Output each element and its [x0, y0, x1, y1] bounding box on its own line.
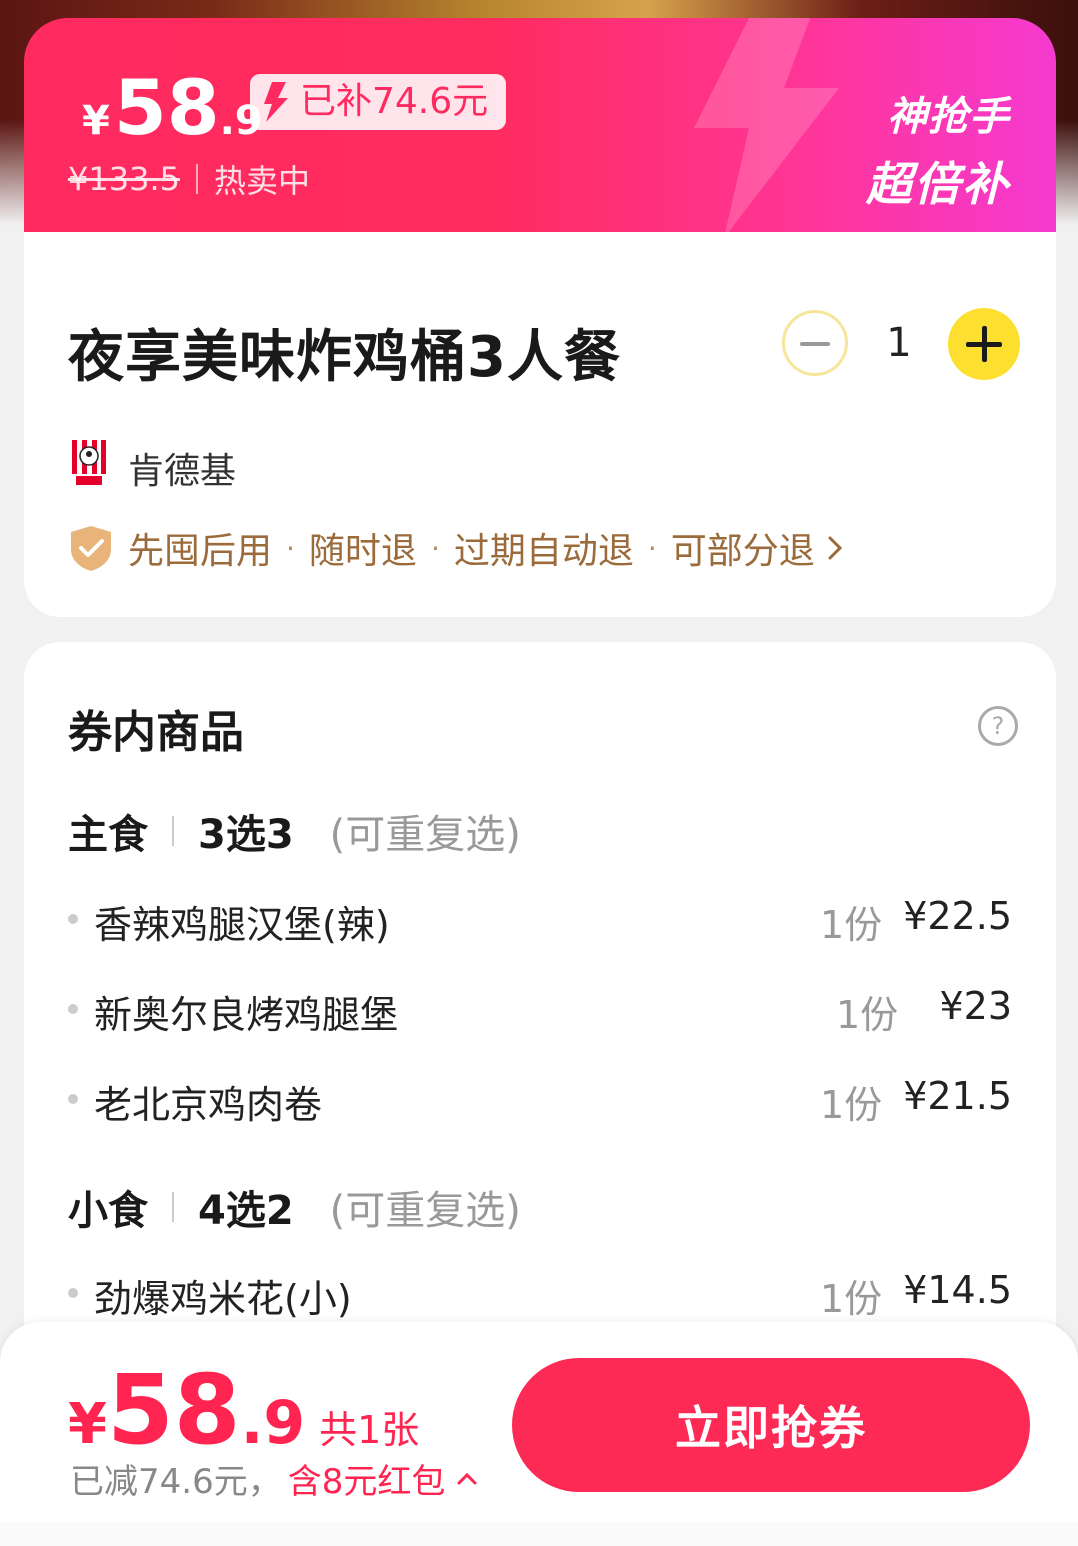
- coupon-count: 共1张: [319, 1408, 420, 1452]
- group-name: 小食: [68, 1188, 148, 1234]
- item-price: ¥23: [939, 984, 1012, 1028]
- saved-amount: 已减74.6元，: [70, 1462, 282, 1502]
- item-qty: 1份: [820, 1277, 883, 1321]
- brand-name: 肯德基: [128, 451, 237, 492]
- current-price: ¥ 58 .9: [82, 70, 263, 146]
- kfc-logo: [72, 440, 106, 486]
- bottom-strip: [0, 1522, 1078, 1546]
- item-qty: 1份: [836, 993, 899, 1037]
- bottom-purchase-bar: ¥ 58 .9 共1张 已减74.6元， 含8元红包 立即抢券: [0, 1322, 1078, 1522]
- group-name: 主食: [68, 812, 148, 858]
- group-note: (可重复选): [329, 812, 521, 858]
- divider: [195, 164, 198, 194]
- flash-icon: [264, 82, 288, 122]
- bullet-dot: [68, 914, 78, 924]
- coupon-items-card: 券内商品 ? 主食 3选3 (可重复选) 香辣鸡腿汉堡(辣) 1份 ¥22.5 …: [24, 642, 1056, 1342]
- original-price: ¥133.5: [68, 160, 180, 198]
- price-banner: ¥ 58 .9 已补74.6元 ¥133.5 热卖中 神抢手 超倍补: [24, 18, 1056, 232]
- product-title: 夜享美味炸鸡桶3人餐: [68, 325, 621, 390]
- slogan-line1: 神抢手: [887, 94, 1010, 140]
- subsidy-badge: 已补74.6元: [250, 74, 507, 130]
- guarantee-row[interactable]: 先囤后用 · 随时退 · 过期自动退 · 可部分退: [66, 522, 845, 574]
- product-card: 夜享美味炸鸡桶3人餐 1 肯德基 先囤后用 · 随时退 · 过期自动退 · 可部…: [24, 232, 1056, 617]
- plus-circle-icon[interactable]: [948, 308, 1020, 380]
- guarantee-3: 过期自动退: [453, 531, 634, 572]
- item-price: ¥14.5: [903, 1268, 1012, 1312]
- group-header-snacks: 小食 4选2 (可重复选): [68, 1178, 521, 1236]
- divider: [172, 816, 174, 846]
- price-symbol: ¥: [82, 98, 110, 144]
- separator-dot: ·: [430, 531, 440, 565]
- original-price-row: ¥133.5 热卖中: [68, 156, 310, 202]
- price-decimal: .9: [240, 1388, 306, 1458]
- guarantee-1: 先囤后用: [128, 531, 273, 572]
- group-header-main: 主食 3选3 (可重复选): [68, 802, 521, 860]
- item-name: 新奥尔良烤鸡腿堡: [94, 993, 399, 1037]
- bullet-dot: [68, 1288, 78, 1298]
- guarantee-4: 可部分退: [670, 531, 815, 572]
- item-price: ¥22.5: [903, 894, 1012, 938]
- separator-dot: ·: [647, 531, 657, 565]
- divider: [172, 1192, 174, 1222]
- item-name: 老北京鸡肉卷: [94, 1083, 323, 1127]
- item-price: ¥21.5: [903, 1074, 1012, 1118]
- price-integer: 58: [113, 63, 220, 152]
- quantity-value: 1: [886, 320, 912, 366]
- list-item: 老北京鸡肉卷 1份 ¥21.5: [68, 1070, 1012, 1130]
- item-name: 香辣鸡腿汉堡(辣): [94, 903, 390, 947]
- subsidy-text: 已补74.6元: [300, 81, 489, 122]
- price-integer: 58: [106, 1354, 241, 1466]
- discount-detail[interactable]: 已减74.6元， 含8元红包: [70, 1454, 479, 1503]
- minus-circle-icon[interactable]: [782, 310, 848, 376]
- list-item: 劲爆鸡米花(小) 1份 ¥14.5: [68, 1264, 1012, 1324]
- item-name: 劲爆鸡米花(小): [94, 1277, 352, 1321]
- guarantee-2: 随时退: [308, 531, 417, 572]
- slogan-line2: 超倍补: [866, 157, 1010, 211]
- item-qty: 1份: [820, 1083, 883, 1127]
- grab-coupon-button[interactable]: 立即抢券: [512, 1358, 1030, 1492]
- item-qty: 1份: [820, 903, 883, 947]
- shield-check-icon: [71, 526, 111, 571]
- group-rule: 4选2: [198, 1188, 294, 1234]
- question-circle-icon[interactable]: ?: [978, 706, 1018, 746]
- group-note: (可重复选): [329, 1188, 521, 1234]
- bullet-dot: [68, 1004, 78, 1014]
- redpack-text: 含8元红包: [287, 1462, 446, 1502]
- separator-dot: ·: [286, 531, 295, 565]
- chevron-right-icon: [828, 536, 842, 560]
- price-symbol: ¥: [68, 1392, 107, 1457]
- list-item: 新奥尔良烤鸡腿堡 1份 ¥23: [68, 980, 1012, 1040]
- list-item: 香辣鸡腿汉堡(辣) 1份 ¥22.5: [68, 890, 1012, 950]
- caret-up-icon: [457, 1472, 477, 1484]
- bullet-dot: [68, 1094, 78, 1104]
- total-price: ¥ 58 .9 共1张: [68, 1362, 419, 1458]
- sale-status: 热卖中: [213, 162, 310, 200]
- group-rule: 3选3: [198, 812, 294, 858]
- section-title: 券内商品: [68, 707, 244, 758]
- lightning-bolt-decoration: [694, 18, 839, 232]
